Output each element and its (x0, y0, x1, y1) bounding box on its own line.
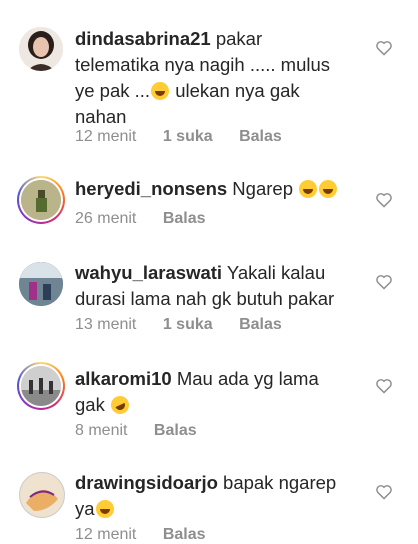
timestamp: 12 menit (75, 526, 137, 543)
avatar-image (19, 27, 63, 71)
likes-count[interactable]: 1 suka (163, 316, 213, 333)
avatar[interactable] (17, 260, 65, 308)
comment-text: heryedi_nonsens Ngarep (75, 176, 367, 202)
avatar[interactable] (17, 176, 65, 224)
tears-of-joy-icon (319, 180, 338, 198)
comment-text: drawingsidoarjo bapak ngarep ya (75, 470, 367, 522)
timestamp: 26 menit (75, 210, 137, 227)
tears-of-joy-icon (299, 180, 318, 198)
comment-meta: 26 menit Balas (75, 210, 228, 228)
tears-of-joy-icon (95, 500, 114, 518)
avatar-image (21, 366, 61, 406)
comment-meta: 13 menit 1 suka Balas (75, 316, 304, 334)
rolling-on-floor-laughing-icon (108, 393, 132, 417)
heart-icon[interactable] (375, 192, 393, 208)
comment-meta: 12 menit 1 suka Balas (75, 128, 304, 146)
avatar[interactable] (17, 362, 65, 410)
comment-body: Ngarep (227, 178, 299, 199)
username[interactable]: dindasabrina21 (75, 28, 211, 49)
avatar[interactable] (17, 470, 65, 518)
likes-count[interactable]: 1 suka (163, 128, 213, 145)
username[interactable]: alkaromi10 (75, 368, 172, 389)
heart-icon[interactable] (375, 378, 393, 394)
username[interactable]: wahyu_laraswati (75, 262, 222, 283)
persevering-face-icon (151, 82, 170, 100)
comment-meta: 8 menit Balas (75, 422, 219, 440)
avatar[interactable] (17, 25, 65, 73)
heart-icon[interactable] (375, 40, 393, 56)
comment-meta: 12 menit Balas (75, 526, 228, 544)
reply-button[interactable]: Balas (239, 316, 282, 333)
avatar-image (19, 262, 63, 306)
username[interactable]: drawingsidoarjo (75, 472, 218, 493)
timestamp: 13 menit (75, 316, 137, 333)
reply-button[interactable]: Balas (154, 422, 197, 439)
reply-button[interactable]: Balas (239, 128, 282, 145)
pillingdia-logo (20, 473, 64, 517)
timestamp: 8 menit (75, 422, 128, 439)
comment-text: alkaromi10 Mau ada yg lama gak (75, 366, 367, 418)
comment-text: wahyu_laraswati Yakali kalau durasi lama… (75, 260, 367, 312)
avatar-image (21, 180, 61, 220)
avatar-image (19, 472, 65, 518)
heart-icon[interactable] (375, 274, 393, 290)
heart-icon[interactable] (375, 484, 393, 500)
comment-text: dindasabrina21 pakar telematika nya nagi… (75, 26, 367, 130)
reply-button[interactable]: Balas (163, 210, 206, 227)
username[interactable]: heryedi_nonsens (75, 178, 227, 199)
timestamp: 12 menit (75, 128, 137, 145)
reply-button[interactable]: Balas (163, 526, 206, 543)
